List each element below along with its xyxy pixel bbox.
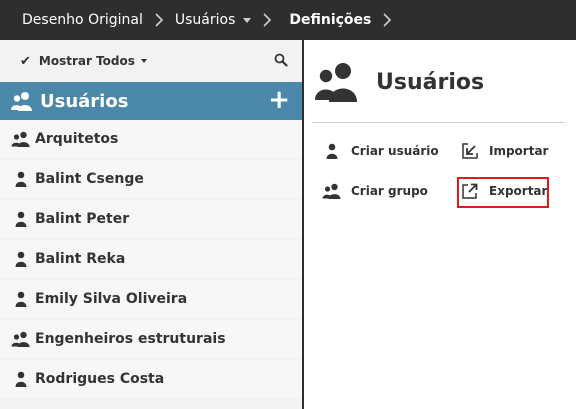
filter-bar: ✔ Mostrar Todos [0, 40, 302, 82]
filter-label: Mostrar Todos [38, 54, 135, 68]
checkmark-icon: ✔ [20, 53, 31, 69]
breadcrumb-item-usuarios[interactable]: Usuários [175, 12, 252, 28]
list-item-engenheiros-estruturais[interactable]: Engenheiros estruturais [0, 320, 302, 358]
create-group-button[interactable]: Criar grupo [321, 183, 428, 199]
breadcrumb: Desenho Original Usuários Definições [0, 0, 576, 40]
group-icon [10, 131, 32, 147]
group-icon [10, 331, 32, 347]
caret-down-icon [243, 17, 252, 23]
chevron-right-icon [263, 13, 272, 27]
list-item-rodrigues-costa[interactable]: Rodrigues Costa [0, 360, 302, 398]
create-group-label: Criar grupo [351, 184, 428, 198]
users-detail-panel: Usuários Criar usuário Importar Criar gr… [304, 40, 576, 409]
list-item-arquitetos[interactable]: Arquitetos [0, 120, 302, 158]
divider [312, 122, 565, 123]
breadcrumb-label: Desenho Original [22, 12, 143, 28]
breadcrumb-label: Definições [289, 12, 372, 28]
list-item-balint-csenge[interactable]: Balint Csenge [0, 160, 302, 198]
list-item-balint-reka[interactable]: Balint Reka [0, 240, 302, 278]
create-user-button[interactable]: Criar usuário [321, 143, 439, 159]
create-user-label: Criar usuário [351, 144, 439, 158]
filter-dropdown[interactable]: Mostrar Todos [39, 54, 147, 68]
breadcrumb-label: Usuários [174, 12, 236, 28]
users-group-icon [315, 63, 357, 102]
list-item-emily-silva-oliveira[interactable]: Emily Silva Oliveira [0, 280, 302, 318]
caret-down-icon [140, 59, 147, 63]
list-item-label: Emily Silva Oliveira [35, 291, 188, 307]
list-item-label: Engenheiros estruturais [35, 331, 226, 347]
breadcrumb-item-definicoes[interactable]: Definições [289, 12, 371, 28]
panel-header: Usuários [314, 62, 484, 102]
list-item-label: Balint Peter [35, 211, 130, 227]
list-item-label: Balint Csenge [35, 171, 144, 187]
user-icon [10, 291, 32, 307]
user-list-panel: ✔ Mostrar Todos Usuários + Arquitetos Ba… [0, 40, 302, 409]
user-icon [10, 251, 32, 267]
import-button[interactable]: Importar [459, 143, 548, 159]
group-title: Usuários [40, 90, 129, 112]
list-item-label: Rodrigues Costa [35, 371, 165, 387]
users-group-header[interactable]: Usuários + [0, 82, 302, 120]
users-group-icon [11, 92, 32, 111]
import-icon [459, 143, 481, 159]
user-icon [10, 171, 32, 187]
add-icon[interactable]: + [268, 87, 290, 113]
user-icon [10, 371, 32, 387]
search-icon[interactable] [274, 53, 288, 67]
import-label: Importar [489, 144, 549, 158]
user-icon [321, 143, 343, 159]
breadcrumb-item-desenho-original[interactable]: Desenho Original [22, 12, 143, 28]
user-icon [10, 211, 32, 227]
chevron-right-icon [155, 13, 163, 27]
list-item-label: Balint Reka [35, 251, 126, 267]
chevron-right-icon [383, 13, 392, 27]
page-title: Usuários [376, 69, 485, 95]
list-item-label: Arquitetos [35, 131, 119, 147]
group-icon [321, 183, 343, 199]
export-highlight [457, 177, 549, 208]
user-list: Arquitetos Balint Csenge Balint Peter Ba… [0, 120, 302, 398]
list-item-balint-peter[interactable]: Balint Peter [0, 200, 302, 238]
